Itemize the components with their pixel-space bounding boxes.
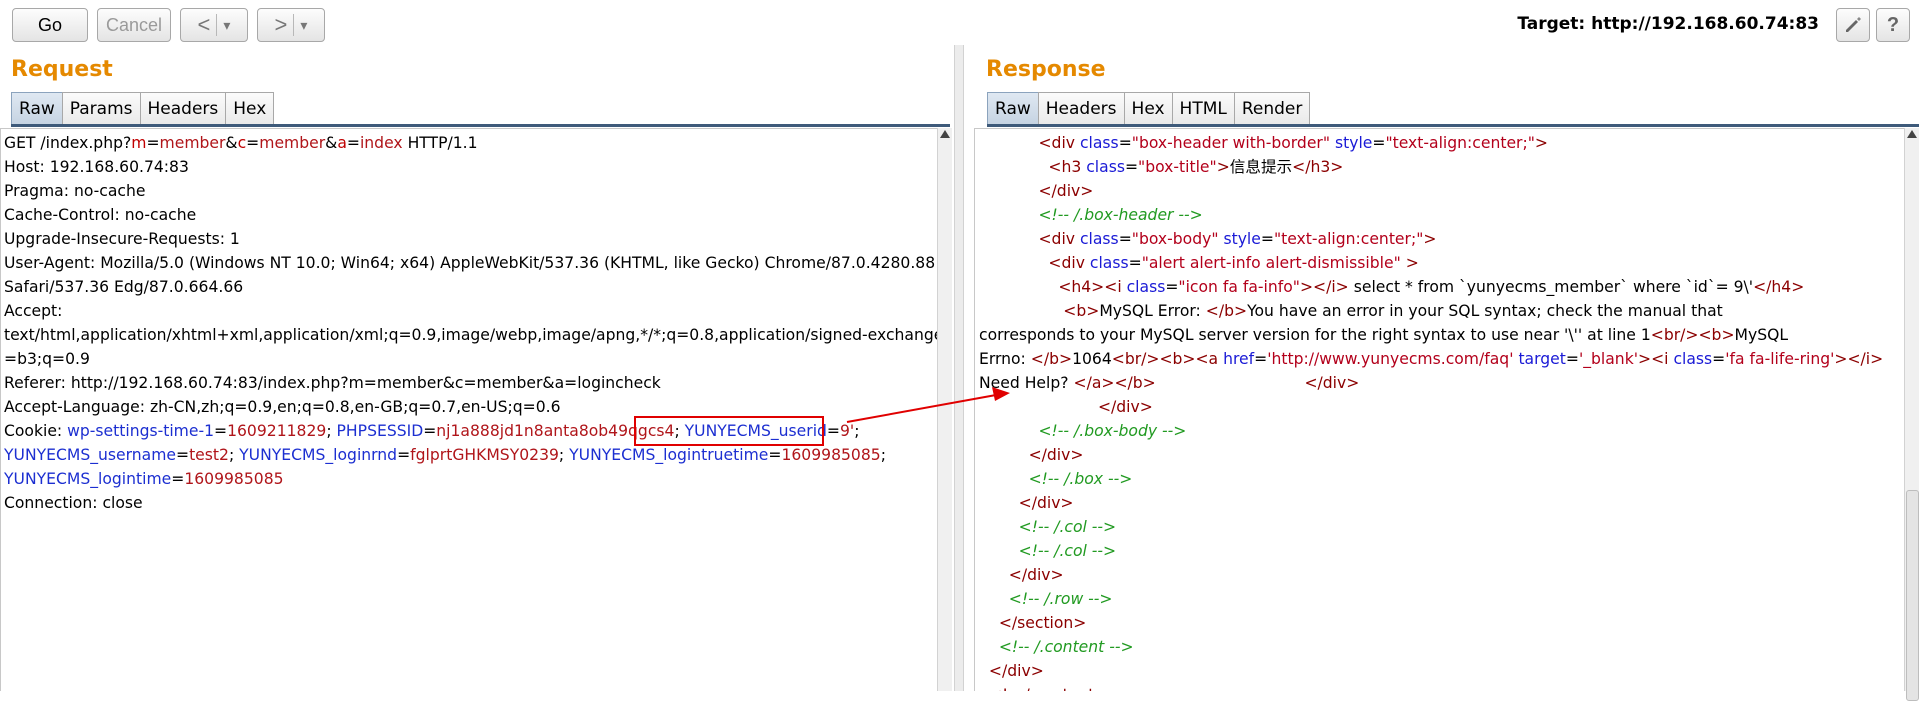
annotation-arrow-icon <box>846 387 1010 423</box>
